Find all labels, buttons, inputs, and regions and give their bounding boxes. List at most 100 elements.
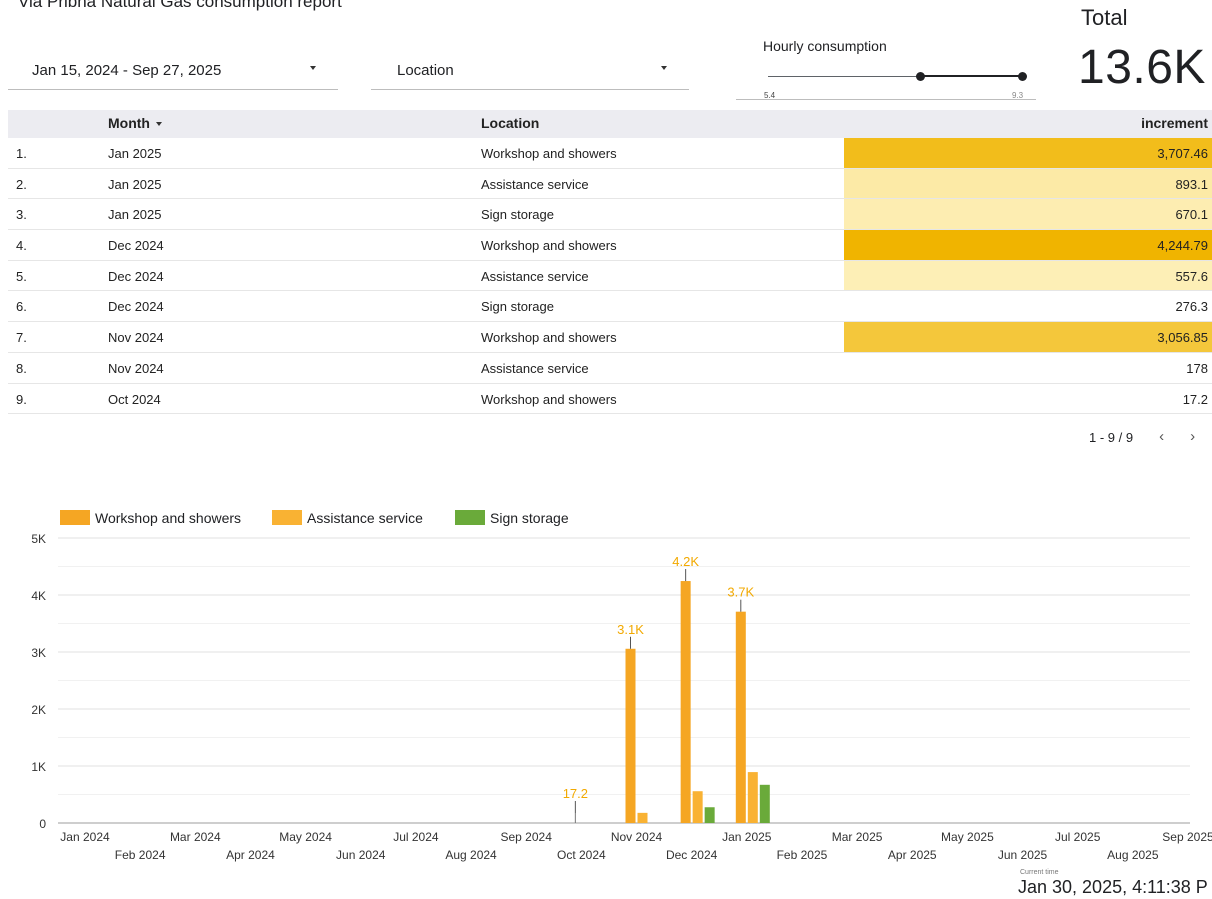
location-cell: Workshop and showers <box>481 330 617 346</box>
location-cell: Sign storage <box>481 207 554 223</box>
month-cell: Nov 2024 <box>108 360 164 376</box>
row-index: 4. <box>16 238 27 254</box>
increment-cell: 557.6 <box>1175 268 1208 284</box>
location-filter-dropdown[interactable]: Location <box>371 52 689 90</box>
x-tick-label: Nov 2024 <box>611 830 663 844</box>
data-label: 3.1K <box>617 622 644 637</box>
heatmap-cell <box>844 260 1212 291</box>
bar[interactable] <box>625 648 636 823</box>
row-index: 7. <box>16 330 27 346</box>
table-row[interactable]: 7. Nov 2024 Workshop and showers 3,056.85 <box>8 322 1212 353</box>
increment-cell: 276.3 <box>1175 299 1208 315</box>
month-cell: Dec 2024 <box>108 238 164 254</box>
location-cell: Sign storage <box>481 299 554 315</box>
row-index: 5. <box>16 268 27 284</box>
bar[interactable] <box>747 772 758 823</box>
increment-cell: 4,244.79 <box>1157 238 1208 254</box>
row-index: 2. <box>16 176 27 192</box>
x-tick-label: Apr 2024 <box>226 848 275 862</box>
chevron-left-icon[interactable]: ‹ <box>1159 428 1164 445</box>
x-tick-label: Sep 2025 <box>1162 830 1212 844</box>
month-cell: Dec 2024 <box>108 268 164 284</box>
table-row[interactable]: 8. Nov 2024 Assistance service 178 <box>8 353 1212 384</box>
x-tick-label: Feb 2024 <box>115 848 166 862</box>
data-label: 17.2 <box>563 786 588 801</box>
table-row[interactable]: 6. Dec 2024 Sign storage 276.3 <box>8 291 1212 323</box>
total-label: Total <box>1081 5 1128 30</box>
location-column-header[interactable]: Location <box>481 115 539 131</box>
table-row[interactable]: 5. Dec 2024 Assistance service 557.6 <box>8 260 1212 292</box>
bar[interactable] <box>692 791 703 823</box>
hourly-consumption-slider[interactable]: Hourly consumption 5.4 9.3 <box>736 36 1036 100</box>
row-index: 1. <box>16 146 27 161</box>
x-tick-label: Sep 2024 <box>501 830 553 844</box>
slider-max-value: 9.3 <box>1012 91 1024 100</box>
y-tick-label: 4K <box>31 589 46 603</box>
legend-label[interactable]: Sign storage <box>490 510 569 526</box>
legend-label[interactable]: Workshop and showers <box>95 510 241 526</box>
total-value: 13.6K <box>1078 41 1206 94</box>
month-column-header[interactable]: Month <box>108 115 162 131</box>
bar[interactable] <box>735 611 746 823</box>
x-tick-label: Mar 2025 <box>832 830 883 844</box>
table-row[interactable]: 2. Jan 2025 Assistance service 893.1 <box>8 168 1212 200</box>
table-row[interactable]: 3. Jan 2025 Sign storage 670.1 <box>8 199 1212 231</box>
consumption-bar-chart: 0 1K 2K 3K 4K 5K Jan 2024 Feb 2024 Mar 2024 Apr 2… <box>31 510 1212 862</box>
table-row[interactable]: 4. Dec 2024 Workshop and showers 4,244.79 <box>8 230 1212 261</box>
dropdown-arrow-icon <box>310 66 316 70</box>
table-header: Month Location increment <box>8 110 1212 138</box>
heatmap-cell <box>844 199 1212 230</box>
x-tick-label: Jan 2024 <box>60 830 110 844</box>
consumption-table: Month Location increment 1. Jan 2025 Works… <box>8 110 1212 415</box>
month-cell: Oct 2024 <box>108 391 161 407</box>
dropdown-arrow-icon <box>661 66 667 70</box>
date-range-selector[interactable]: Jan 15, 2024 - Sep 27, 2025 <box>8 52 338 90</box>
data-label: 4.2K <box>672 554 699 569</box>
x-tick-label: Jul 2025 <box>1055 830 1101 844</box>
bar[interactable] <box>759 784 770 823</box>
bar[interactable] <box>637 812 648 823</box>
slider-max-handle[interactable] <box>1018 72 1027 81</box>
chevron-right-icon[interactable]: › <box>1190 428 1195 445</box>
location-cell: Workshop and showers <box>481 238 617 254</box>
month-cell: Jan 2025 <box>108 176 162 192</box>
month-header-label: Month <box>108 115 150 131</box>
legend-label[interactable]: Assistance service <box>307 510 423 526</box>
location-cell: Workshop and showers <box>481 146 617 161</box>
x-tick-label: May 2024 <box>279 830 332 844</box>
increment-cell: 3,056.85 <box>1157 330 1208 346</box>
heatmap-cell <box>844 384 1212 414</box>
location-cell: Assistance service <box>481 268 589 284</box>
table-body: 1. Jan 2025 Workshop and showers 3,707.46 2.… <box>8 138 1212 415</box>
y-tick-label: 0 <box>39 817 46 831</box>
x-tick-label: Apr 2025 <box>888 848 937 862</box>
x-tick-label: Oct 2024 <box>557 848 606 862</box>
row-index: 9. <box>16 391 27 407</box>
x-tick-label: May 2025 <box>941 830 994 844</box>
month-cell: Jan 2025 <box>108 146 162 161</box>
table-row[interactable]: 1. Jan 2025 Workshop and showers 3,707.46 <box>8 138 1212 169</box>
month-cell: Nov 2024 <box>108 330 164 346</box>
legend-swatch[interactable] <box>60 510 90 525</box>
x-tick-label: Aug 2024 <box>445 848 497 862</box>
increment-column-header[interactable]: increment <box>1141 115 1208 131</box>
bar[interactable] <box>680 581 691 823</box>
slider-selected-range <box>920 75 1022 77</box>
current-time-label: Current time <box>1020 869 1059 876</box>
x-tick-label: Feb 2025 <box>777 848 828 862</box>
current-time-value: Jan 30, 2025, 4:11:38 P <box>1018 877 1208 897</box>
row-index: 6. <box>16 299 27 315</box>
x-tick-label: Jul 2024 <box>393 830 439 844</box>
slider-min-handle[interactable] <box>916 72 926 81</box>
bar[interactable] <box>704 807 715 823</box>
increment-cell: 17.2 <box>1182 391 1208 407</box>
y-tick-label: 2K <box>31 703 46 717</box>
table-row[interactable]: 9. Oct 2024 Workshop and showers 17.2 <box>8 384 1212 415</box>
sort-desc-icon <box>155 122 162 127</box>
legend-swatch[interactable] <box>272 510 302 525</box>
x-tick-label: Dec 2024 <box>666 848 718 862</box>
row-index: 8. <box>16 360 27 376</box>
legend-swatch[interactable] <box>455 510 485 525</box>
location-cell: Assistance service <box>481 360 589 376</box>
x-tick-label: Jun 2025 <box>998 848 1048 862</box>
